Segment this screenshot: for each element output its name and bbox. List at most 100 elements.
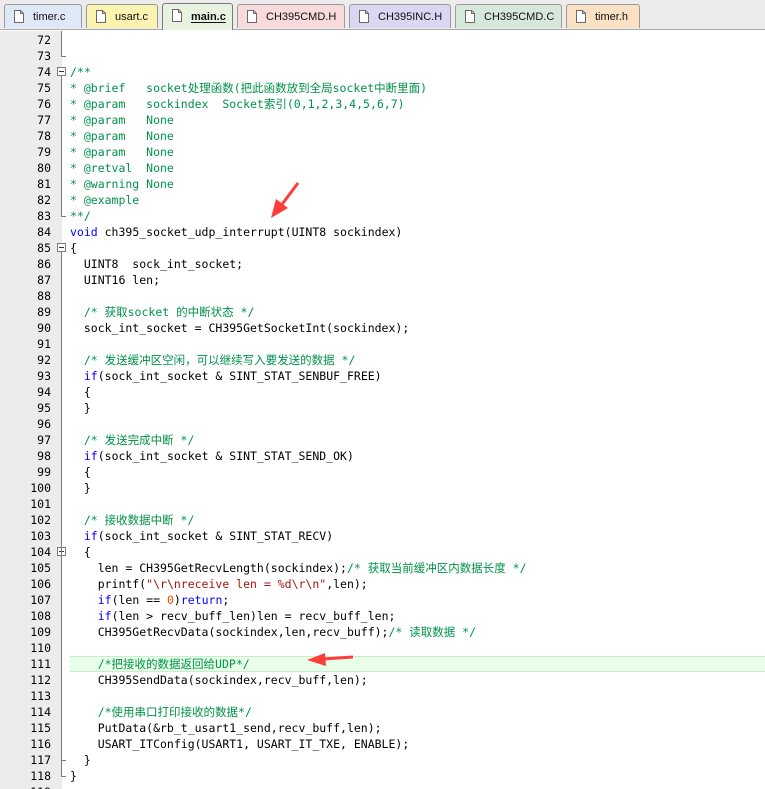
line-number: 112 [30, 673, 51, 687]
line-number: 74 [37, 65, 51, 79]
line-number: 82 [37, 193, 51, 207]
code-line[interactable]: 112 CH395SendData(sockindex,recv_buff,le… [0, 672, 765, 688]
annotation-arrow-function [271, 182, 300, 218]
code-line[interactable]: 93 if(sock_int_socket & SINT_STAT_SENBUF… [0, 368, 765, 384]
tab-ch395cmd-h[interactable]: CH395CMD.H [237, 4, 345, 28]
code-text: len = CH395GetRecvLength(sockindex);/* 获… [70, 561, 527, 575]
code-line[interactable]: 106 printf("\r\nreceive len = %d\r\n",le… [0, 576, 765, 592]
code-line[interactable]: 82 * @example [0, 192, 765, 208]
line-number: 85 [37, 241, 51, 255]
fold-toggle-icon[interactable] [57, 243, 66, 252]
code-text: sock_int_socket = CH395GetSocketInt(sock… [70, 321, 410, 335]
tab-timer-c[interactable]: timer.c [4, 4, 82, 28]
line-number: 106 [30, 577, 51, 591]
code-text: /*把接收的数据返回给UDP*/ [97, 657, 250, 671]
line-number: 113 [30, 689, 51, 703]
code-line[interactable]: 81 * @warning None [0, 176, 765, 192]
code-text: UINT16 len; [70, 273, 161, 287]
code-line[interactable]: 118} [0, 768, 765, 784]
line-number: 94 [37, 385, 51, 399]
code-editor[interactable]: 72 73 74 /** 75 * @brief socket处理函数(把此函数放到全局s… [0, 31, 765, 789]
code-text: **/ [70, 209, 91, 223]
code-line[interactable]: 91 [0, 336, 765, 352]
code-line[interactable]: 102 /* 接收数据中断 */ [0, 512, 765, 528]
code-line[interactable]: 98 if(sock_int_socket & SINT_STAT_SEND_O… [0, 448, 765, 464]
code-line[interactable]: 72 [0, 32, 765, 48]
code-line[interactable]: 86 UINT8 sock_int_socket; [0, 256, 765, 272]
code-line[interactable]: 113 [0, 688, 765, 704]
code-line[interactable]: 79 * @param None [0, 144, 765, 160]
fold-guide-comment [61, 76, 62, 216]
code-line[interactable]: 111 /*把接收的数据返回给UDP*/ [0, 656, 765, 672]
line-number: 84 [37, 225, 51, 239]
code-line[interactable]: 97 /* 发送完成中断 */ [0, 432, 765, 448]
code-line[interactable]: 78 * @param None [0, 128, 765, 144]
line-number: 89 [37, 305, 51, 319]
editor-tab-bar: timer.c usart.c main.c CH395CMD.H CH395INC.H… [0, 0, 765, 30]
code-line[interactable]: 105 len = CH395GetRecvLength(sockindex);… [0, 560, 765, 576]
code-line[interactable]: 84 void ch395_socket_udp_interrupt(UINT8 … [0, 224, 765, 240]
code-line[interactable]: 110 [0, 640, 765, 656]
code-text: if(len == 0)return; [97, 593, 230, 607]
code-line[interactable]: 76 * @param sockindex Socket索引(0,1,2,3,4,… [0, 96, 765, 112]
code-text: UINT8 sock_int_socket; [70, 257, 244, 271]
code-line[interactable]: 94 { [0, 384, 765, 400]
line-number: 118 [30, 769, 51, 783]
code-line[interactable]: 83 **/ [0, 208, 765, 224]
code-line[interactable]: 115 PutData(&rb_t_usart1_send,recv_buff,… [0, 720, 765, 736]
code-line[interactable]: 107 if(len == 0)return; [0, 592, 765, 608]
code-line[interactable]: 74 /** [0, 64, 765, 80]
code-line[interactable]: 99 { [0, 464, 765, 480]
line-number: 92 [37, 353, 51, 367]
tab-ch395inc-h[interactable]: CH395INC.H [349, 4, 451, 28]
code-line[interactable]: 73 [0, 48, 765, 64]
tab-ch395cmd-c[interactable]: CH395CMD.C [455, 4, 562, 28]
code-text: { [70, 385, 91, 399]
file-icon [14, 10, 24, 23]
fold-guide-if-block-end [61, 760, 66, 761]
file-icon [96, 10, 106, 23]
code-line[interactable]: 87 UINT16 len; [0, 272, 765, 288]
fold-guide-previous [61, 31, 62, 56]
code-line[interactable]: 80 * @retval None [0, 160, 765, 176]
line-number: 90 [37, 321, 51, 335]
code-text: } [70, 769, 77, 783]
code-text: } [70, 753, 91, 767]
code-line[interactable]: 75 * @brief socket处理函数(把此函数放到全局socket中断里面… [0, 80, 765, 96]
tab-main-c[interactable]: main.c [162, 3, 233, 30]
line-number: 109 [30, 625, 51, 639]
code-line[interactable]: 108 if(len > recv_buff_len)len = recv_bu… [0, 608, 765, 624]
fold-toggle-icon[interactable] [57, 67, 66, 76]
code-line[interactable]: 77 * @param None [0, 112, 765, 128]
code-text: /* 发送缓冲区空闲，可以继续写入要发送的数据 */ [83, 353, 356, 367]
tab-label: usart.c [115, 11, 149, 23]
code-line[interactable]: 88 [0, 288, 765, 304]
code-line[interactable]: 101 [0, 496, 765, 512]
code-text: * @retval None [70, 161, 174, 175]
code-line[interactable]: 100 } [0, 480, 765, 496]
tab-timer-h[interactable]: timer.h [566, 4, 640, 28]
code-line[interactable]: 96 [0, 416, 765, 432]
line-number: 81 [37, 177, 51, 191]
code-line[interactable]: 95 } [0, 400, 765, 416]
code-line[interactable]: 114 /*使用串口打印接收的数据*/ [0, 704, 765, 720]
code-line[interactable]: 104 { [0, 544, 765, 560]
tab-label: timer.h [595, 11, 629, 23]
code-line[interactable]: 85 { [0, 240, 765, 256]
code-line[interactable]: 89 /* 获取socket 的中断状态 */ [0, 304, 765, 320]
code-line[interactable]: 116 USART_ITConfig(USART1, USART_IT_TXE,… [0, 736, 765, 752]
line-number: 95 [37, 401, 51, 415]
code-text: } [70, 481, 91, 495]
code-line[interactable]: 92 /* 发送缓冲区空闲，可以继续写入要发送的数据 */ [0, 352, 765, 368]
code-line[interactable]: 103 if(sock_int_socket & SINT_STAT_RECV) [0, 528, 765, 544]
code-line[interactable]: 119 [0, 784, 765, 789]
line-number: 86 [37, 257, 51, 271]
line-number: 119 [0, 784, 51, 789]
code-line[interactable]: 90 sock_int_socket = CH395GetSocketInt(s… [0, 320, 765, 336]
tab-usart-c[interactable]: usart.c [86, 4, 158, 28]
code-line[interactable]: 117 } [0, 752, 765, 768]
line-number: 93 [37, 369, 51, 383]
code-line[interactable]: 109 CH395GetRecvData(sockindex,len,recv_… [0, 624, 765, 640]
code-text: * @warning None [70, 177, 174, 191]
line-number: 87 [37, 273, 51, 287]
